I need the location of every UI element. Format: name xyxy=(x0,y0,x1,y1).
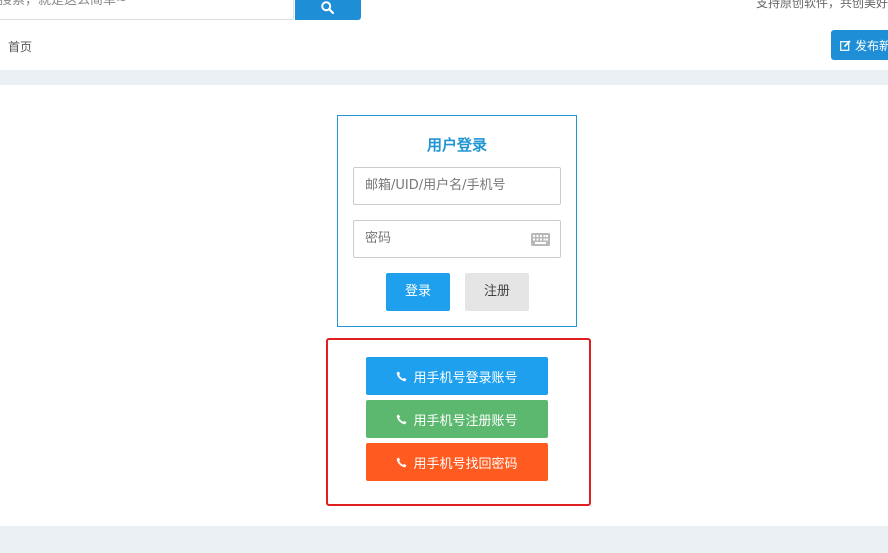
phone-icon xyxy=(397,414,407,424)
login-title: 用户登录 xyxy=(426,136,487,154)
password-placeholder: 密码 xyxy=(365,231,392,246)
breadcrumb-home[interactable]: 首页 xyxy=(8,38,32,55)
search-input[interactable]: 搜索，就是这么简单~ xyxy=(0,0,294,20)
account-field[interactable]: 邮箱/UID/用户名/手机号 xyxy=(353,167,561,205)
phone-recover-button[interactable]: 用手机号找回密码 xyxy=(366,443,548,481)
register-button[interactable]: 注册 xyxy=(465,273,529,311)
account-placeholder: 邮箱/UID/用户名/手机号 xyxy=(365,178,506,193)
login-panel: 用户登录 邮箱/UID/用户名/手机号 密码 登录 注册 xyxy=(337,115,577,327)
phone-icon xyxy=(397,371,407,381)
password-field[interactable]: 密码 xyxy=(353,220,561,258)
section-divider xyxy=(0,70,888,85)
footer-divider xyxy=(0,526,888,553)
publish-button[interactable]: 发布新 xyxy=(831,30,888,60)
phone-register-label: 用手机号注册账号 xyxy=(413,413,518,429)
phone-login-button[interactable]: 用手机号登录账号 xyxy=(366,357,548,395)
phone-recover-label: 用手机号找回密码 xyxy=(413,456,518,472)
search-button[interactable] xyxy=(295,0,361,20)
site-slogan: 支持原创软件，共创美好 xyxy=(755,0,888,10)
login-button[interactable]: 登录 xyxy=(386,273,450,311)
phone-icon xyxy=(397,457,407,467)
keyboard-icon[interactable] xyxy=(531,233,550,246)
phone-register-button[interactable]: 用手机号注册账号 xyxy=(366,400,548,438)
search-placeholder: 搜索，就是这么简单~ xyxy=(0,0,127,8)
edit-icon xyxy=(840,39,851,51)
publish-label: 发布新 xyxy=(855,38,888,53)
search-icon xyxy=(321,1,334,14)
phone-login-label: 用手机号登录账号 xyxy=(413,370,518,386)
